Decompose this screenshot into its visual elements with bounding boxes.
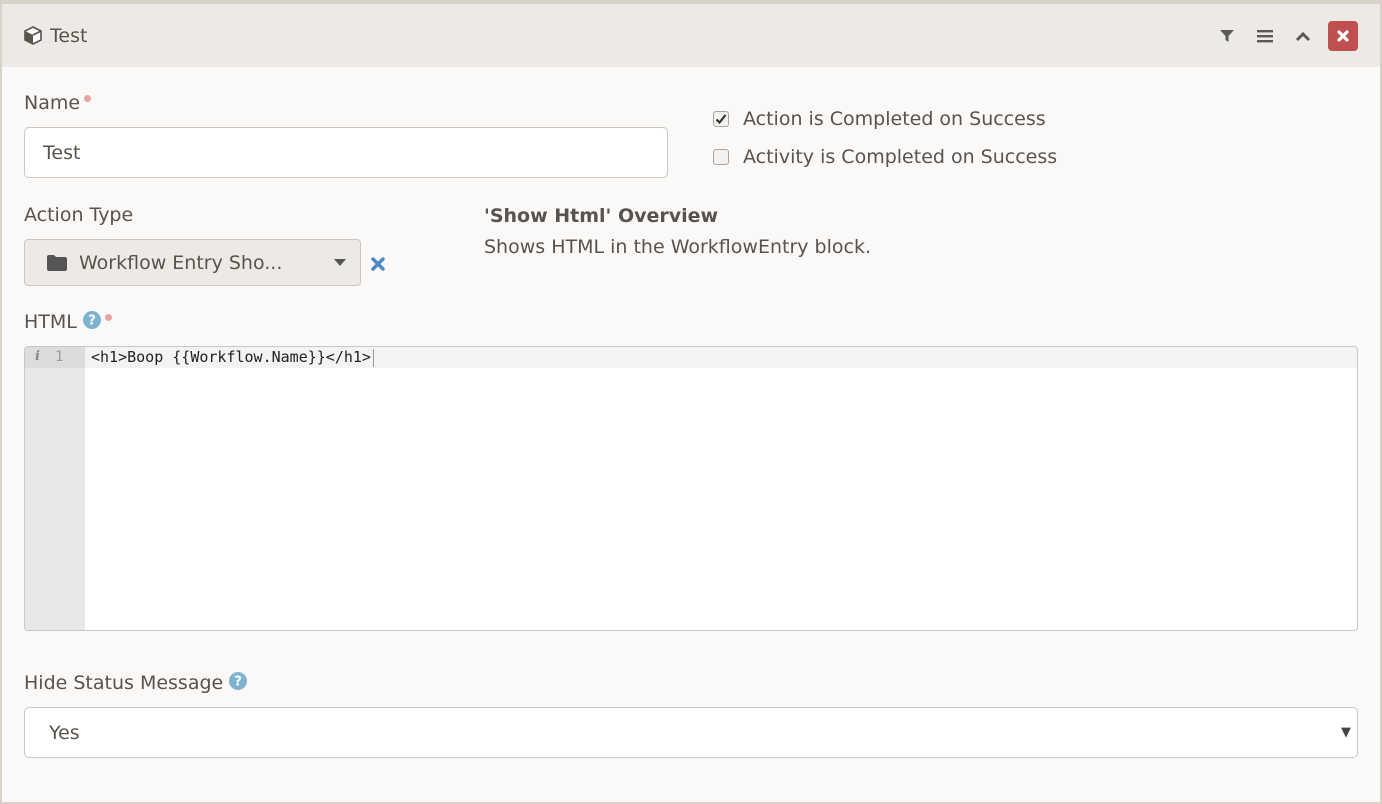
action-completed-checkbox-row[interactable]: Action is Completed on Success [713, 108, 1046, 130]
cube-icon [24, 26, 42, 45]
overview-title: 'Show Html' Overview [484, 205, 719, 227]
chevron-up-icon [1295, 31, 1311, 41]
times-icon [371, 257, 385, 271]
code-line[interactable]: <h1>Boop {{Workflow.Name}}</h1> [91, 348, 374, 367]
editor-gutter [25, 347, 85, 630]
clear-action-type-button[interactable] [371, 256, 385, 275]
caret-down-icon [334, 259, 346, 266]
header-actions [1208, 20, 1358, 51]
name-label-text: Name [24, 92, 81, 114]
close-icon [1337, 29, 1349, 42]
action-type-label: Action Type [24, 204, 134, 226]
svg-text:?: ? [88, 314, 96, 329]
required-indicator [84, 95, 92, 102]
text-cursor [372, 348, 374, 367]
activity-completed-checkbox[interactable] [713, 149, 729, 165]
filter-icon [1220, 29, 1234, 42]
help-icon[interactable]: ? [82, 311, 101, 334]
hide-status-label: Hide Status Message? [24, 672, 248, 695]
workflow-action-panel: Test Name Test Action is Completed on Su… [0, 0, 1382, 804]
required-indicator [104, 314, 112, 321]
name-label: Name [24, 92, 92, 114]
info-icon: i [35, 349, 40, 364]
hide-status-select[interactable]: Yes ▼ [24, 707, 1358, 758]
panel-title: Test [24, 25, 87, 47]
action-completed-label: Action is Completed on Success [743, 108, 1046, 130]
activity-completed-label: Activity is Completed on Success [743, 146, 1058, 168]
panel-title-text: Test [50, 24, 88, 47]
action-type-picker[interactable]: Workflow Entry Sho... [24, 239, 361, 286]
bars-icon [1257, 29, 1273, 42]
hide-status-label-text: Hide Status Message [24, 672, 224, 694]
code-text: <h1>Boop {{Workflow.Name}}</h1> [91, 348, 371, 366]
html-label-text: HTML [24, 311, 77, 333]
action-completed-checkbox[interactable] [713, 111, 729, 127]
select-arrow-icon: ▼ [1341, 725, 1351, 740]
name-input[interactable] [24, 127, 668, 178]
collapse-button[interactable] [1284, 21, 1322, 51]
action-type-value: Workflow Entry Sho... [79, 251, 283, 274]
hide-status-value: Yes [49, 721, 80, 744]
folder-icon [47, 254, 67, 271]
activity-completed-checkbox-row[interactable]: Activity is Completed on Success [713, 146, 1057, 168]
overview-description: Shows HTML in the WorkflowEntry block. [484, 236, 871, 258]
line-number: 1 [55, 349, 64, 365]
checkmark-icon [715, 114, 727, 125]
menu-button[interactable] [1246, 21, 1284, 51]
close-button[interactable] [1328, 20, 1358, 51]
html-label: HTML? [24, 311, 112, 334]
filter-button[interactable] [1208, 21, 1246, 51]
svg-text:?: ? [234, 675, 242, 690]
help-icon[interactable]: ? [229, 672, 248, 695]
panel-header[interactable]: Test [2, 4, 1380, 67]
html-code-editor[interactable]: i 1 <h1>Boop {{Workflow.Name}}</h1> [24, 346, 1358, 631]
